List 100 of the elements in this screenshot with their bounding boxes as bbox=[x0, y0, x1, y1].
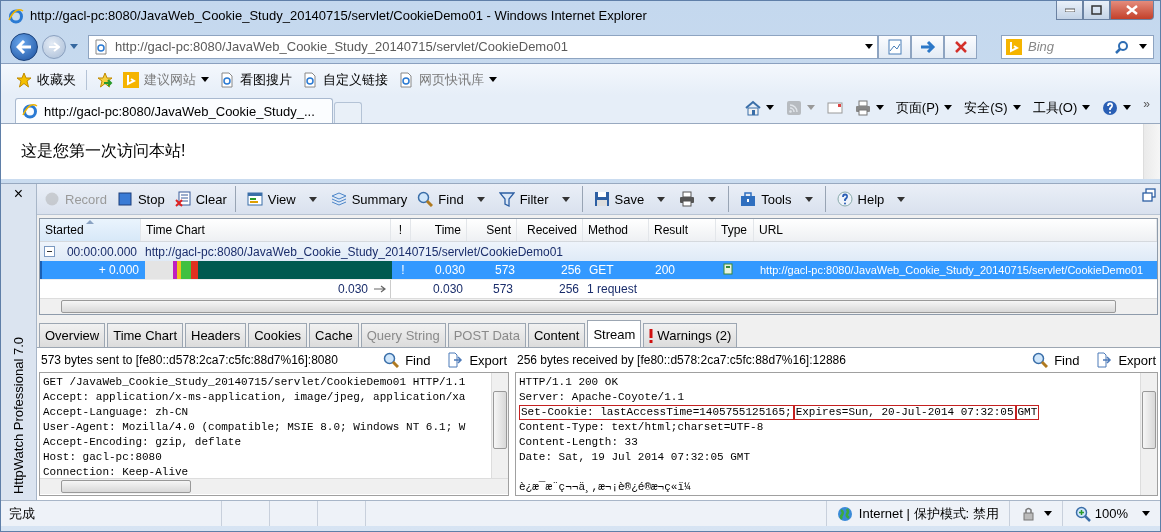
view-button[interactable]: View bbox=[243, 189, 324, 209]
help-button[interactable] bbox=[1102, 99, 1132, 116]
caret-icon bbox=[897, 196, 906, 202]
summary-button[interactable]: Summary bbox=[327, 189, 411, 209]
sort-arrow-icon bbox=[86, 220, 94, 224]
find-button[interactable]: Find bbox=[414, 189, 492, 209]
go-button[interactable] bbox=[911, 34, 944, 59]
arrow-icon bbox=[374, 285, 386, 293]
caret-icon bbox=[308, 196, 317, 202]
close-button[interactable] bbox=[1110, 1, 1154, 20]
browser-tab[interactable]: http://gacl-pc:8080/JavaWeb_Cookie_Study_... bbox=[15, 98, 333, 123]
caret-icon[interactable] bbox=[1142, 511, 1150, 516]
favorites-button[interactable]: 收藏夹 bbox=[16, 70, 76, 89]
horizontal-scrollbar[interactable] bbox=[40, 478, 508, 494]
stream-line: Accept: application/x-ms-application, image/jpeg, application/xa bbox=[43, 390, 466, 405]
save-button[interactable]: Save bbox=[590, 189, 673, 209]
maximize-button[interactable] bbox=[1083, 1, 1110, 20]
tab[interactable]: Headers bbox=[185, 323, 247, 347]
column-header[interactable]: Result bbox=[649, 219, 716, 241]
column-header[interactable]: Started bbox=[40, 219, 141, 241]
help-icon bbox=[1102, 99, 1119, 116]
print-button[interactable] bbox=[854, 99, 884, 116]
tab[interactable]: Stream bbox=[587, 320, 642, 347]
column-header[interactable]: Sent bbox=[467, 219, 517, 241]
tab[interactable]: Warnings (2) bbox=[643, 323, 738, 347]
menu-button[interactable]: 工具(O) bbox=[1032, 98, 1091, 117]
menu-button[interactable]: 页面(P) bbox=[895, 98, 953, 117]
column-header[interactable]: Type bbox=[716, 219, 754, 241]
filter-button[interactable]: Filter bbox=[495, 186, 583, 212]
table-cell: 00:00:00.000 bbox=[66, 244, 137, 259]
stream-line: Accept-Language: zh-CN bbox=[43, 405, 189, 420]
arrow-left-icon bbox=[16, 39, 32, 54]
mail-button[interactable] bbox=[826, 99, 843, 116]
export-button[interactable]: Export bbox=[1096, 352, 1156, 368]
back-button[interactable] bbox=[10, 32, 38, 61]
address-field[interactable]: http://gacl-pc:8080/JavaWeb_Cookie_Study_20140715/servlet/CookieDemo01 bbox=[88, 34, 878, 59]
column-header[interactable]: Method bbox=[583, 219, 649, 241]
funnel-icon bbox=[498, 191, 515, 207]
document-icon bbox=[722, 262, 734, 275]
favorites-link[interactable]: 自定义链接 bbox=[302, 70, 388, 89]
tab[interactable]: Cache bbox=[309, 323, 359, 347]
table-cell-text: 200 bbox=[654, 263, 677, 277]
column-header[interactable]: ! bbox=[391, 219, 411, 241]
page-text: 这是您第一次访问本站! bbox=[20, 141, 187, 161]
table-cell-text: 573 bbox=[491, 282, 514, 296]
help-icon bbox=[836, 191, 853, 207]
column-header[interactable]: URL bbox=[754, 219, 1157, 241]
arrow-right-icon bbox=[919, 39, 936, 54]
document-chart-icon bbox=[886, 38, 903, 55]
star-icon bbox=[16, 71, 32, 88]
export-button[interactable]: Export bbox=[447, 352, 507, 368]
caret-icon bbox=[1012, 105, 1021, 110]
clear-button[interactable]: Clear bbox=[171, 186, 236, 212]
table-cell-text: http://gacl-pc:8080/JavaWeb_Cookie_Study_20140715/servlet/CookieDemo01 bbox=[144, 244, 565, 259]
collapse-icon[interactable] bbox=[44, 246, 55, 257]
caret-icon bbox=[765, 105, 774, 110]
horizontal-scrollbar[interactable] bbox=[40, 298, 1157, 314]
add-favorite-icon[interactable] bbox=[97, 71, 113, 88]
vertical-scrollbar[interactable] bbox=[1143, 124, 1160, 179]
record-icon bbox=[44, 191, 60, 207]
more-chevron[interactable]: » bbox=[1143, 97, 1150, 111]
tab[interactable]: Overview bbox=[39, 323, 106, 347]
mail-icon bbox=[826, 99, 843, 116]
compatibility-button[interactable] bbox=[878, 34, 911, 59]
find-button[interactable]: Find bbox=[380, 352, 434, 368]
home-button[interactable] bbox=[744, 99, 774, 116]
stream-line: Accept-Encoding: gzip, deflate bbox=[43, 435, 242, 450]
stop-button[interactable] bbox=[944, 34, 977, 59]
favorites-link[interactable]: 看图搜片 bbox=[219, 70, 292, 89]
search-field[interactable]: Bing bbox=[1001, 34, 1154, 59]
close-button[interactable]: × bbox=[13, 186, 24, 202]
zoom-button[interactable]: 100% bbox=[1061, 501, 1142, 526]
minimize-button[interactable] bbox=[1056, 1, 1083, 20]
bing-logo-icon bbox=[123, 71, 139, 88]
magnifier-icon bbox=[1074, 505, 1091, 522]
page-row[interactable]: 00:00:00.000 http://gacl-pc:8080/JavaWeb_Cookie_Study_20140715/servlet/CookieDemo01 bbox=[40, 242, 1157, 261]
caret-icon[interactable] bbox=[1043, 511, 1052, 516]
page-icon bbox=[398, 71, 414, 88]
menu-button[interactable]: 安全(S) bbox=[964, 98, 1021, 117]
caret-icon[interactable] bbox=[865, 44, 873, 49]
tab[interactable]: Time Chart bbox=[107, 323, 183, 347]
column-header[interactable]: Time Chart bbox=[141, 219, 391, 241]
stream-line: è¿æ¯æ¨ç¬¬ä¸,æ¬¡è®¿é®æ¬ç«ï¼ bbox=[519, 480, 691, 495]
tab[interactable]: Cookies bbox=[248, 323, 308, 347]
column-header[interactable]: Received bbox=[517, 219, 583, 241]
export-icon bbox=[447, 352, 464, 368]
vertical-scrollbar[interactable] bbox=[491, 373, 508, 478]
caret-icon[interactable] bbox=[1139, 44, 1147, 49]
restore-window-icon[interactable] bbox=[1142, 188, 1156, 202]
search-icon bbox=[417, 191, 434, 207]
help-button[interactable]: Help bbox=[833, 189, 913, 209]
find-button[interactable]: Find bbox=[1029, 352, 1083, 368]
tab[interactable]: Content bbox=[527, 323, 586, 347]
vertical-scrollbar[interactable] bbox=[1140, 373, 1157, 495]
stop-icon bbox=[116, 191, 133, 207]
stop-button[interactable]: Stop bbox=[113, 189, 168, 209]
tools-button[interactable]: Tools bbox=[737, 186, 826, 212]
column-header[interactable]: Time bbox=[411, 219, 467, 241]
security-zone: Internet | 保护模式: 禁用 bbox=[858, 504, 999, 523]
search-icon[interactable] bbox=[1115, 39, 1129, 54]
